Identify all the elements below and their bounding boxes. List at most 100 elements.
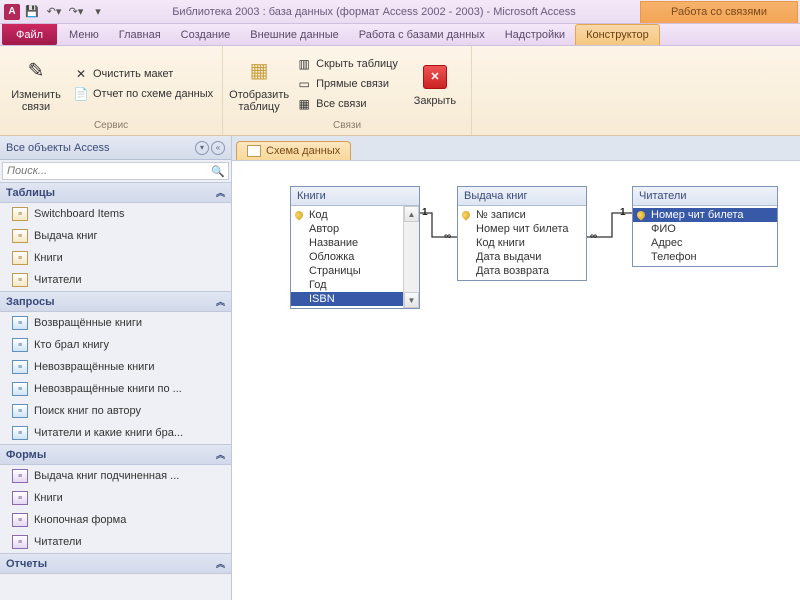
table-field[interactable]: Номер чит билета xyxy=(458,222,586,236)
nav-item[interactable]: ≡Switchboard Items xyxy=(0,203,231,225)
menu-tab[interactable]: Конструктор xyxy=(575,24,660,45)
relationship-report-button[interactable]: 📄Отчет по схеме данных xyxy=(70,85,216,103)
close-button[interactable]: ✕ Закрыть xyxy=(405,59,465,109)
ribbon: ✎ Изменить связи ✕Очистить макет 📄Отчет … xyxy=(0,46,800,136)
form-icon: ≡ xyxy=(12,535,28,549)
edit-relationships-icon: ✎ xyxy=(20,55,52,87)
nav-group-header[interactable]: Таблицы︽ xyxy=(0,182,231,203)
table-box[interactable]: Выдача книг № записиНомер чит билетаКод к… xyxy=(457,186,587,281)
table-field[interactable]: Код книги xyxy=(458,236,586,250)
nav-item[interactable]: ≡Кнопочная форма xyxy=(0,509,231,531)
edit-relationships-button[interactable]: ✎ Изменить связи xyxy=(6,53,66,115)
scrollbar[interactable]: ▲▼ xyxy=(403,206,419,308)
nav-item[interactable]: ≡Возвращённые книги xyxy=(0,312,231,334)
table-title[interactable]: Читатели xyxy=(633,187,777,206)
all-rel-button[interactable]: ▦Все связи xyxy=(293,95,401,113)
nav-item-label: Switchboard Items xyxy=(34,208,124,220)
qat-more-icon[interactable]: ▾ xyxy=(88,3,108,21)
scroll-down-icon[interactable]: ▼ xyxy=(404,292,419,308)
search-icon[interactable]: 🔍 xyxy=(208,163,228,179)
nav-collapse-icon[interactable]: « xyxy=(211,141,225,155)
nav-group-header[interactable]: Формы︽ xyxy=(0,444,231,465)
hide-table-button[interactable]: ▥Скрыть таблицу xyxy=(293,55,401,73)
nav-item[interactable]: ≡Читатели xyxy=(0,531,231,553)
table-icon: ≡ xyxy=(12,273,28,287)
table-field[interactable]: Дата возврата xyxy=(458,264,586,278)
navigation-pane: Все объекты Access ▾ « 🔍 Таблицы︽≡Switch… xyxy=(0,136,232,600)
show-table-icon: ▦ xyxy=(243,55,275,87)
collapse-icon: ︽ xyxy=(216,448,225,461)
show-table-button[interactable]: ▦ Отобразить таблицу xyxy=(229,53,289,115)
table-field[interactable]: Дата выдачи xyxy=(458,250,586,264)
table-field[interactable]: Год xyxy=(291,278,419,292)
nav-item-label: Возвращённые книги xyxy=(34,317,142,329)
clear-layout-button[interactable]: ✕Очистить макет xyxy=(70,65,216,83)
nav-group-header[interactable]: Запросы︽ xyxy=(0,291,231,312)
menu-tab[interactable]: Надстройки xyxy=(495,24,575,45)
table-title[interactable]: Книги xyxy=(291,187,419,206)
table-field[interactable]: Обложка xyxy=(291,250,419,264)
table-box[interactable]: Книги КодАвторНазваниеОбложкаСтраницыГодI… xyxy=(290,186,420,309)
nav-item[interactable]: ≡Читатели xyxy=(0,269,231,291)
menu-tab[interactable]: Создание xyxy=(171,24,241,45)
table-box[interactable]: Читатели Номер чит билетаФИОАдресТелефон xyxy=(632,186,778,267)
nav-item[interactable]: ≡ Книги xyxy=(0,247,231,269)
undo-icon[interactable]: ↶▾ xyxy=(44,3,64,21)
close-icon: ✕ xyxy=(423,65,447,89)
nav-item[interactable]: ≡Невозвращённые книги xyxy=(0,356,231,378)
title-bar: A 💾 ↶▾ ↷▾ ▾ Библиотека 2003 : база данны… xyxy=(0,0,800,24)
menu-tab[interactable]: Главная xyxy=(109,24,171,45)
clear-icon: ✕ xyxy=(73,66,89,82)
table-field[interactable]: ФИО xyxy=(633,222,777,236)
menu-tab[interactable]: Внешние данные xyxy=(240,24,348,45)
nav-item-label: Читатели и какие книги бра... xyxy=(34,427,183,439)
table-field[interactable]: Код xyxy=(291,208,419,222)
all-rel-icon: ▦ xyxy=(296,96,312,112)
search-box[interactable]: 🔍 xyxy=(2,162,229,180)
cardinality-label: ∞ xyxy=(590,231,597,242)
app-icon: A xyxy=(4,4,20,20)
table-field[interactable]: Номер чит билета xyxy=(633,208,777,222)
nav-item[interactable]: ≡ Выдача книг xyxy=(0,225,231,247)
table-field[interactable]: Телефон xyxy=(633,250,777,264)
table-field[interactable]: Автор xyxy=(291,222,419,236)
document-tab[interactable]: Схема данных xyxy=(236,141,351,160)
table-field[interactable]: Название xyxy=(291,236,419,250)
query-icon: ≡ xyxy=(12,426,28,440)
redo-icon[interactable]: ↷▾ xyxy=(66,3,86,21)
cardinality-label: ∞ xyxy=(444,231,451,242)
save-icon[interactable]: 💾 xyxy=(22,3,42,21)
nav-item[interactable]: ≡Невозвращённые книги по ... xyxy=(0,378,231,400)
nav-group-header[interactable]: Отчеты︽ xyxy=(0,553,231,574)
nav-item[interactable]: ≡Кто брал книгу xyxy=(0,334,231,356)
nav-item[interactable]: ≡Поиск книг по автору xyxy=(0,400,231,422)
search-input[interactable] xyxy=(3,163,208,179)
table-field[interactable]: ISBN xyxy=(291,292,419,306)
table-field[interactable]: Адрес xyxy=(633,236,777,250)
nav-item[interactable]: ≡Книги xyxy=(0,487,231,509)
report-icon: 📄 xyxy=(73,86,89,102)
query-icon: ≡ xyxy=(12,404,28,418)
scroll-up-icon[interactable]: ▲ xyxy=(404,206,419,222)
ribbon-tabs: Файл МенюГлавнаяСозданиеВнешние данныеРа… xyxy=(0,24,800,46)
nav-item-label: Выдача книг xyxy=(34,230,98,242)
nav-item[interactable]: ≡ Читатели и какие книги бра... xyxy=(0,422,231,444)
context-tab-title: Работа со связями xyxy=(640,1,798,23)
nav-menu-icon[interactable]: ▾ xyxy=(195,141,209,155)
nav-item[interactable]: ≡Выдача книг подчиненная ... xyxy=(0,465,231,487)
nav-header[interactable]: Все объекты Access ▾ « xyxy=(0,136,231,160)
nav-item-label: Книги xyxy=(34,252,63,264)
table-icon: ≡ xyxy=(12,229,28,243)
collapse-icon: ︽ xyxy=(216,295,225,308)
direct-rel-button[interactable]: ▭Прямые связи xyxy=(293,75,401,93)
form-icon: ≡ xyxy=(12,469,28,483)
menu-tab[interactable]: Работа с базами данных xyxy=(349,24,495,45)
table-icon: ≡ xyxy=(12,251,28,265)
table-field[interactable]: № записи xyxy=(458,208,586,222)
file-tab[interactable]: Файл xyxy=(2,24,57,45)
relationships-diagram[interactable]: Книги КодАвторНазваниеОбложкаСтраницыГодI… xyxy=(232,160,800,600)
nav-item-label: Кто брал книгу xyxy=(34,339,109,351)
menu-tab[interactable]: Меню xyxy=(59,24,109,45)
table-field[interactable]: Страницы xyxy=(291,264,419,278)
table-title[interactable]: Выдача книг xyxy=(458,187,586,206)
